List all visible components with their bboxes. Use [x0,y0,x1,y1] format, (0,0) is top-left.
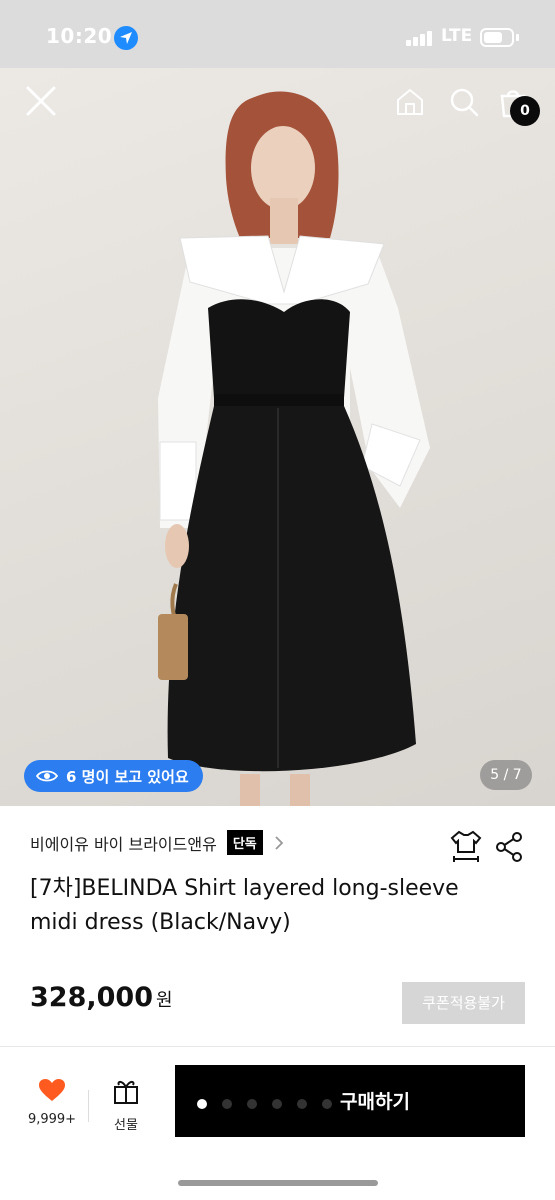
carousel-dot[interactable] [272,1099,282,1109]
share-button[interactable] [495,832,523,862]
carousel-dot[interactable] [222,1099,232,1109]
search-icon [450,88,479,117]
eye-icon [36,770,58,782]
divider [88,1090,89,1122]
share-icon [496,832,522,862]
carousel-dot[interactable] [247,1099,257,1109]
like-button[interactable]: 9,999+ [24,1078,80,1130]
brand-name: 비에이유 바이 브라이드앤유 [30,834,217,854]
coupon-button: 쿠폰적용불가 [402,982,525,1024]
buy-button[interactable]: 구매하기 [175,1065,525,1137]
carousel-dots [197,1099,332,1109]
exclusive-tag: 단독 [226,830,263,855]
status-bar: 10:20 LTE [0,0,555,68]
status-time: 10:20 [46,24,113,48]
battery-icon [480,28,514,47]
carousel-dot[interactable] [197,1099,207,1109]
price-value: 328,000 [30,982,153,1013]
size-guide-button[interactable] [450,830,482,864]
chevron-right-icon [275,835,284,850]
price-currency: 원 [155,990,173,1011]
carousel-dot[interactable] [322,1099,332,1109]
close-icon [26,86,56,116]
heart-icon [39,1079,65,1101]
signal-icon [406,30,436,46]
network-label: LTE [441,26,473,46]
cart-count-badge: 0 [510,96,540,126]
home-indicator [178,1180,378,1186]
product-image-carousel[interactable] [0,68,555,806]
product-title: [7차]BELINDA Shirt layered long-sleeve mi… [30,876,459,935]
search-button[interactable] [448,86,480,118]
price: 328,000 원 [30,982,173,1013]
divider [0,1046,555,1047]
like-count: 9,999+ [27,1112,77,1127]
location-icon [114,26,138,50]
close-button[interactable] [22,82,60,120]
home-icon [397,88,423,115]
brand-link[interactable]: 비에이유 바이 브라이드앤유 단독 [30,830,285,855]
image-page-counter: 5 / 7 [480,760,532,790]
home-button[interactable] [394,86,426,118]
viewers-text: 6 명이 보고 있어요 [66,767,189,786]
viewers-badge: 6 명이 보고 있어요 [24,760,203,792]
size-guide-icon [450,830,482,862]
carousel-dot[interactable] [297,1099,307,1109]
gift-icon [114,1080,138,1104]
gift-label: 선물 [114,1118,138,1133]
product-photo [158,91,430,806]
gift-button[interactable]: 선물 [104,1078,148,1133]
